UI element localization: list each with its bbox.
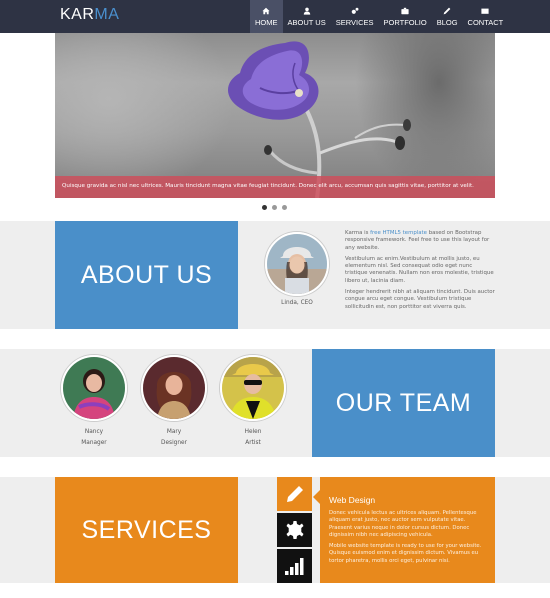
envelope-icon <box>481 8 489 14</box>
service-detail-panel: Web Design Donec vehicula lectus ac ultr… <box>320 477 495 583</box>
about-paragraph-1-prefix: Karma is <box>345 230 371 236</box>
slider-dot-2[interactable] <box>272 205 277 210</box>
nav-item-portfolio[interactable]: PORTFOLIO <box>379 0 432 33</box>
home-icon <box>262 7 270 14</box>
ceo-name: Linda, CEO <box>281 300 313 306</box>
team-role-nancy: Manager <box>81 440 107 446</box>
nav-item-contact[interactable]: CONTACT <box>463 0 509 33</box>
service-panel-paragraph-1: Donec vehicula lectus ac ultrices aliqua… <box>329 510 477 538</box>
pencil-icon <box>286 486 303 502</box>
team-role-helen: Artist <box>245 440 261 446</box>
slider-pagination <box>262 205 287 210</box>
services-title: SERVICES <box>81 515 212 544</box>
nav-item-home-label: HOME <box>255 17 278 27</box>
about-paragraph-2: Vestibulum ac enim.Vestibulum at mollis … <box>345 255 494 284</box>
nav-item-blog[interactable]: BLOG <box>432 0 463 33</box>
pencil-icon <box>443 7 451 14</box>
cogs-icon <box>351 7 359 14</box>
service-panel-paragraph-2: Mobile website template is ready to use … <box>329 543 482 564</box>
team-name-helen: Helen <box>244 429 262 435</box>
slider-dot-3[interactable] <box>282 205 287 210</box>
about-paragraph-3: Integer hendrerit nibh at aliquam tincid… <box>345 289 495 310</box>
team-avatar-mary <box>141 355 207 421</box>
about-title: ABOUT US <box>80 260 213 289</box>
team-member-helen: Helen Artist <box>220 427 286 449</box>
services-title-box: SERVICES <box>55 477 238 583</box>
team-role-mary: Designer <box>161 440 187 446</box>
nav-item-about[interactable]: ABOUT US <box>283 0 331 33</box>
service-panel-title: Web Design <box>329 495 376 505</box>
team-member-mary: Mary Designer <box>141 427 207 449</box>
signal-icon <box>284 558 303 575</box>
nav-item-portfolio-label: PORTFOLIO <box>383 17 427 27</box>
nav-item-contact-label: CONTACT <box>467 17 504 27</box>
site-logo[interactable]: KARMA <box>60 6 119 24</box>
nav-item-blog-label: BLOG <box>436 17 458 27</box>
user-icon <box>303 7 310 15</box>
logo-text-ma: MA <box>94 6 120 23</box>
nav-item-services-label: SERVICES <box>335 17 374 27</box>
service-tab-analytics[interactable] <box>277 549 312 583</box>
nav-item-services[interactable]: SERVICES <box>331 0 379 33</box>
nav-item-home[interactable]: HOME <box>250 0 283 33</box>
team-title-box: OUR TEAM <box>312 349 495 457</box>
slider-caption: Quisque gravida ac nisl nec ultrices. Ma… <box>55 176 495 198</box>
team-name-nancy: Nancy <box>84 429 104 435</box>
briefcase-icon <box>401 7 409 14</box>
hero-slider[interactable]: Quisque gravida ac nisl nec ultrices. Ma… <box>55 33 495 198</box>
team-name-mary: Mary <box>166 429 182 435</box>
team-member-nancy: Nancy Manager <box>61 427 127 449</box>
top-navbar: KARMA HOME ABOUT US SERVICES PORTFOLIO B… <box>0 0 550 33</box>
team-avatar-helen <box>220 355 286 421</box>
main-menu: HOME ABOUT US SERVICES PORTFOLIO BLOG CO… <box>250 0 508 33</box>
flower-photo <box>227 41 411 198</box>
logo-text-kar: KAR <box>60 6 95 23</box>
team-title: OUR TEAM <box>335 388 472 417</box>
free-template-link[interactable]: free HTML5 template <box>370 230 427 236</box>
gear-icon <box>286 521 303 539</box>
nav-item-about-label: ABOUT US <box>287 17 326 27</box>
service-tab-web-design[interactable] <box>277 477 312 511</box>
about-paragraph-1: Karma is free HTML5 template based on Bo… <box>345 230 495 252</box>
ceo-avatar <box>265 232 329 296</box>
service-tab-settings[interactable] <box>277 513 312 547</box>
team-avatar-nancy <box>61 355 127 421</box>
about-title-box: ABOUT US <box>55 221 238 329</box>
slider-dot-1[interactable] <box>262 205 267 210</box>
about-description: Karma is free HTML5 template based on Bo… <box>345 230 495 315</box>
